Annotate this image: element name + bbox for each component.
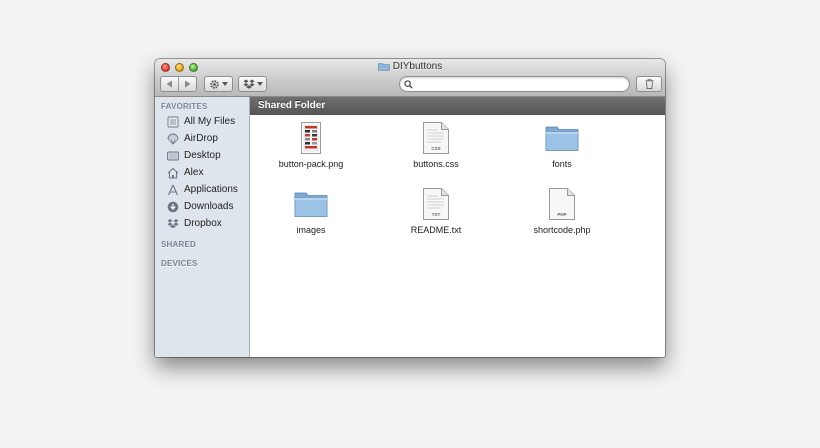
back-button[interactable] <box>161 77 178 91</box>
sidebar-item-dropbox[interactable]: Dropbox <box>167 216 249 231</box>
file-item[interactable]: TXT README.txt <box>386 187 486 235</box>
file-item[interactable]: PHP shortcode.php <box>512 187 612 235</box>
sidebar-item-all-my-files[interactable]: All My Files <box>167 114 249 129</box>
delete-button[interactable] <box>636 76 662 92</box>
folder-icon <box>377 63 390 71</box>
action-menu-button[interactable] <box>204 76 233 92</box>
sidebar-item-label: Alex <box>184 167 204 178</box>
path-bar: Shared Folder <box>250 97 665 115</box>
file-item[interactable]: button-pack.png <box>261 121 361 169</box>
file-type-badge: TXT <box>432 212 441 217</box>
window-title-text: DIYbuttons <box>392 61 443 72</box>
file-item[interactable]: CSS buttons.css <box>386 121 486 169</box>
sidebar-item-label: Dropbox <box>184 218 222 229</box>
file-item[interactable]: images <box>261 187 361 235</box>
image-file-icon <box>301 122 321 154</box>
search-field[interactable] <box>399 76 630 92</box>
forward-arrow-icon <box>185 80 191 88</box>
dropbox-icon <box>167 218 179 228</box>
downloads-icon <box>167 201 179 212</box>
file-name: README.txt <box>410 225 462 235</box>
file-name: fonts <box>552 159 572 169</box>
sidebar-item-label: Downloads <box>184 201 234 212</box>
applications-icon <box>167 184 179 195</box>
sidebar-item-desktop[interactable]: Desktop <box>167 148 249 163</box>
gear-icon <box>210 79 219 89</box>
desktop-icon <box>167 151 179 160</box>
file-name: button-pack.png <box>278 159 344 169</box>
home-icon <box>167 167 179 179</box>
file-name: shortcode.php <box>533 225 591 235</box>
sidebar-item-airdrop[interactable]: AirDrop <box>167 131 249 146</box>
sidebar-item-label: All My Files <box>184 116 236 127</box>
forward-button[interactable] <box>178 77 196 91</box>
sidebar-item-label: Desktop <box>184 150 221 161</box>
sidebar-item-label: AirDrop <box>184 133 218 144</box>
search-icon <box>404 79 413 89</box>
file-browser: Shared Folder button-pack.png CSS button… <box>250 97 665 357</box>
back-forward-group <box>160 76 197 92</box>
back-arrow-icon <box>166 80 173 88</box>
sidebar: FAVORITES All My Files AirDrop Desktop A… <box>155 97 250 357</box>
toolbar <box>159 76 662 94</box>
trash-icon <box>645 79 653 89</box>
sidebar-item-applications[interactable]: Applications <box>167 182 249 197</box>
folder-icon <box>545 126 579 151</box>
file-name: images <box>296 225 326 235</box>
chevron-down-icon <box>256 82 263 86</box>
window-title: DIYbuttons <box>155 61 665 72</box>
title-bar[interactable]: DIYbuttons <box>155 59 665 97</box>
file-name: buttons.css <box>413 159 459 169</box>
document-icon: CSS <box>423 122 449 154</box>
current-folder-label: Shared Folder <box>258 100 326 111</box>
document-icon: TXT <box>423 188 449 220</box>
folder-icon <box>294 192 328 217</box>
sidebar-item-alex[interactable]: Alex <box>167 165 249 180</box>
sidebar-heading-favorites: FAVORITES <box>161 102 208 111</box>
sidebar-item-downloads[interactable]: Downloads <box>167 199 249 214</box>
chevron-down-icon <box>222 82 228 86</box>
file-type-badge: CSS <box>431 146 440 151</box>
document-icon: PHP <box>549 188 575 220</box>
all-files-icon <box>167 116 179 127</box>
finder-window: DIYbuttons FAVORITES All My Files AirDro… <box>155 59 665 357</box>
airdrop-icon <box>167 133 179 145</box>
file-type-badge: PHP <box>557 212 566 217</box>
dropbox-menu-button[interactable] <box>238 76 267 92</box>
dropbox-icon <box>243 79 254 89</box>
sidebar-item-label: Applications <box>184 184 238 195</box>
sidebar-heading-shared[interactable]: SHARED <box>161 240 196 249</box>
sidebar-heading-devices[interactable]: DEVICES <box>161 259 198 268</box>
file-item[interactable]: fonts <box>512 121 612 169</box>
